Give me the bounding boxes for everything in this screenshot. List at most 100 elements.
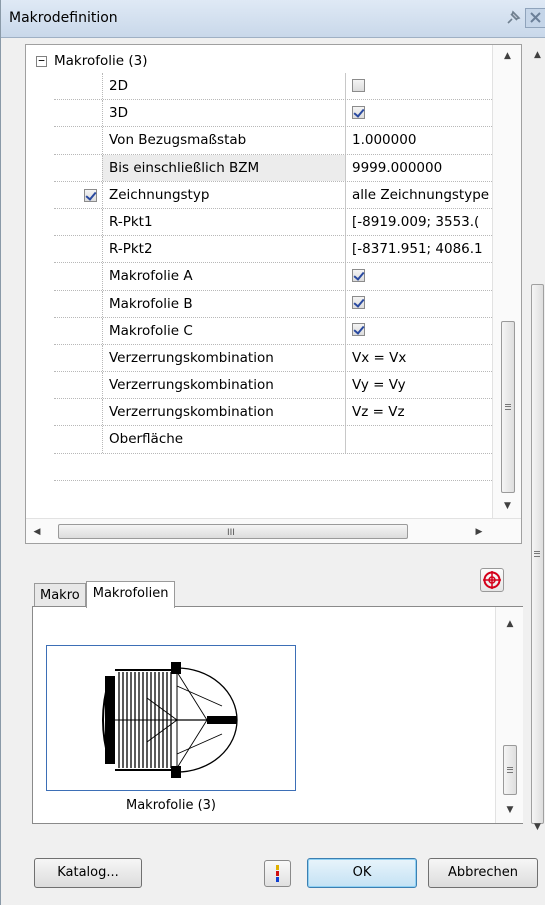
property-label: R-Pkt2 [102,236,345,263]
row-lead-cell [54,100,102,126]
property-row[interactable]: 3D [54,100,492,128]
row-enable-checkbox[interactable] [84,188,97,202]
property-label: Makrofolie A [102,263,345,290]
row-lead-cell [54,127,102,153]
property-rows: 2D 3D Von Bezugsmaßstab 1.000000 Bis einschl… [54,73,492,481]
grid-vscroll-thumb[interactable] [501,321,515,493]
row-lead-cell [54,426,102,452]
row-lead-cell [54,73,102,99]
property-label: Oberfläche [102,426,345,453]
preview-vscroll-thumb[interactable] [503,745,517,795]
window-title: Makrodefinition [9,10,118,26]
title-bar: Makrodefinition [1,0,545,38]
preview-vertical-scrollbar[interactable]: ▲ ▼ [495,607,523,823]
property-label: Verzerrungskombination [102,372,345,399]
property-value-checkbox-cell[interactable] [345,263,492,290]
property-label: Makrofolie C [102,317,345,344]
property-checkbox[interactable] [352,296,365,309]
property-label: Bis einschließlich BZM [102,154,345,181]
ok-button[interactable]: OK [307,858,417,888]
target-icon[interactable] [480,568,504,592]
row-lead-cell [54,263,102,289]
property-grid: − Makrofolie (3) 2D 3D Von Bezugsmaßstab 1.… [25,44,522,544]
property-checkbox[interactable] [352,78,365,92]
property-row[interactable]: Verzerrungskombination Vy = Vy [54,372,492,400]
row-lead-cell [54,182,102,208]
row-lead-cell [54,236,102,262]
property-checkbox[interactable] [352,323,365,337]
property-value-checkbox-cell[interactable] [345,100,492,127]
property-row[interactable]: Zeichnungstyp alle Zeichnungstype [54,181,492,209]
abbrechen-button[interactable]: Abbrechen [428,858,538,888]
property-label: Makrofolie B [102,290,345,317]
property-row[interactable]: R-Pkt2 [-8371.951; 4086.1 [54,236,492,264]
panel-vertical-scrollbar[interactable]: ▲ ▼ [529,44,545,834]
property-value[interactable]: [-8919.009; 3553.( [345,208,492,236]
property-row[interactable]: 2D [54,73,492,101]
property-value[interactable]: Vz = Vz [345,399,492,426]
property-row[interactable]: Von Bezugsmaßstab 1.000000 [54,127,492,155]
panel-scroll-up-icon[interactable]: ▲ [529,50,545,60]
property-row[interactable]: R-Pkt1 [-8919.009; 3553.( [54,208,492,237]
property-value-checkbox-cell[interactable] [345,317,492,344]
property-row[interactable]: Makrofolie B [54,290,492,318]
row-lead-cell [54,155,102,181]
row-lead-cell [54,209,102,235]
property-checkbox[interactable] [352,268,365,282]
thumbnail-caption: Makrofolie (3) [125,798,217,813]
property-value[interactable]: 1.000000 [345,127,492,154]
property-row[interactable]: Makrofolie A [54,263,492,291]
hscroll-grip: III [227,528,235,538]
property-label: 3D [102,100,345,127]
property-value[interactable]: [-8371.951; 4086.1 [345,236,492,263]
group-label: Makrofolie (3) [54,53,148,69]
collapse-icon[interactable]: − [36,55,47,67]
row-lead-cell [54,372,102,398]
preview-scroll-up-icon[interactable]: ▲ [496,615,524,633]
property-row[interactable]: Oberfläche [54,426,492,454]
property-label: R-Pkt1 [102,208,345,236]
row-lead-cell [54,345,102,371]
panel-scroll-down-icon[interactable]: ▼ [529,822,545,832]
property-row[interactable]: Verzerrungskombination Vz = Vz [54,399,492,427]
preview-scroll-down-icon[interactable]: ▼ [496,801,524,819]
panel-vscroll-thumb[interactable] [531,284,544,824]
property-label: 2D [102,73,345,100]
makro-drawing [102,662,238,778]
grid-horizontal-scrollbar[interactable]: ◀ III ▶ [26,518,521,543]
property-label: Verzerrungskombination [102,344,345,372]
scroll-down-icon[interactable]: ▼ [493,497,521,515]
property-row[interactable]: Bis einschließlich BZM 9999.000000 [54,154,492,182]
row-lead-cell [54,318,102,344]
katalog-button[interactable]: Katalog... [34,858,142,888]
pin-icon[interactable] [503,8,523,28]
tab-makrofolien[interactable]: Makrofolien [85,581,176,608]
makrofolie-thumbnail[interactable] [46,645,296,791]
grid-hscroll-thumb[interactable]: III [58,524,408,539]
tab-strip: Makro Makrofolien [34,581,176,608]
scroll-right-icon[interactable]: ▶ [470,523,488,541]
row-lead-cell [54,399,102,425]
close-icon[interactable] [525,8,545,28]
property-value[interactable]: Vy = Vy [345,372,492,399]
property-checkbox[interactable] [352,105,365,119]
makrodefinition-window: Makrodefinition − Makrofolie (3) 2D 3D Von… [0,0,545,905]
property-label: Zeichnungstyp [102,181,345,208]
property-value[interactable]: 9999.000000 [345,154,492,181]
property-value[interactable]: alle Zeichnungstype [345,181,492,208]
row-lead-cell [54,291,102,317]
scroll-up-icon[interactable]: ▲ [493,47,521,65]
property-value[interactable] [345,426,492,453]
property-label: Von Bezugsmaßstab [102,127,345,154]
property-value-checkbox-cell[interactable] [345,290,492,317]
property-row[interactable]: Verzerrungskombination Vx = Vx [54,344,492,373]
property-row[interactable]: Makrofolie C [54,317,492,345]
property-value[interactable]: Vx = Vx [345,344,492,372]
property-value-checkbox-cell[interactable] [345,73,492,100]
scroll-left-icon[interactable]: ◀ [28,523,46,541]
tab-makro[interactable]: Makro [34,583,86,607]
property-label: Verzerrungskombination [102,399,345,426]
group-header-makrofolie[interactable]: − Makrofolie (3) [36,51,148,71]
color-palette-icon[interactable] [264,860,291,887]
grid-vertical-scrollbar[interactable]: ▲ ▼ [492,45,521,518]
